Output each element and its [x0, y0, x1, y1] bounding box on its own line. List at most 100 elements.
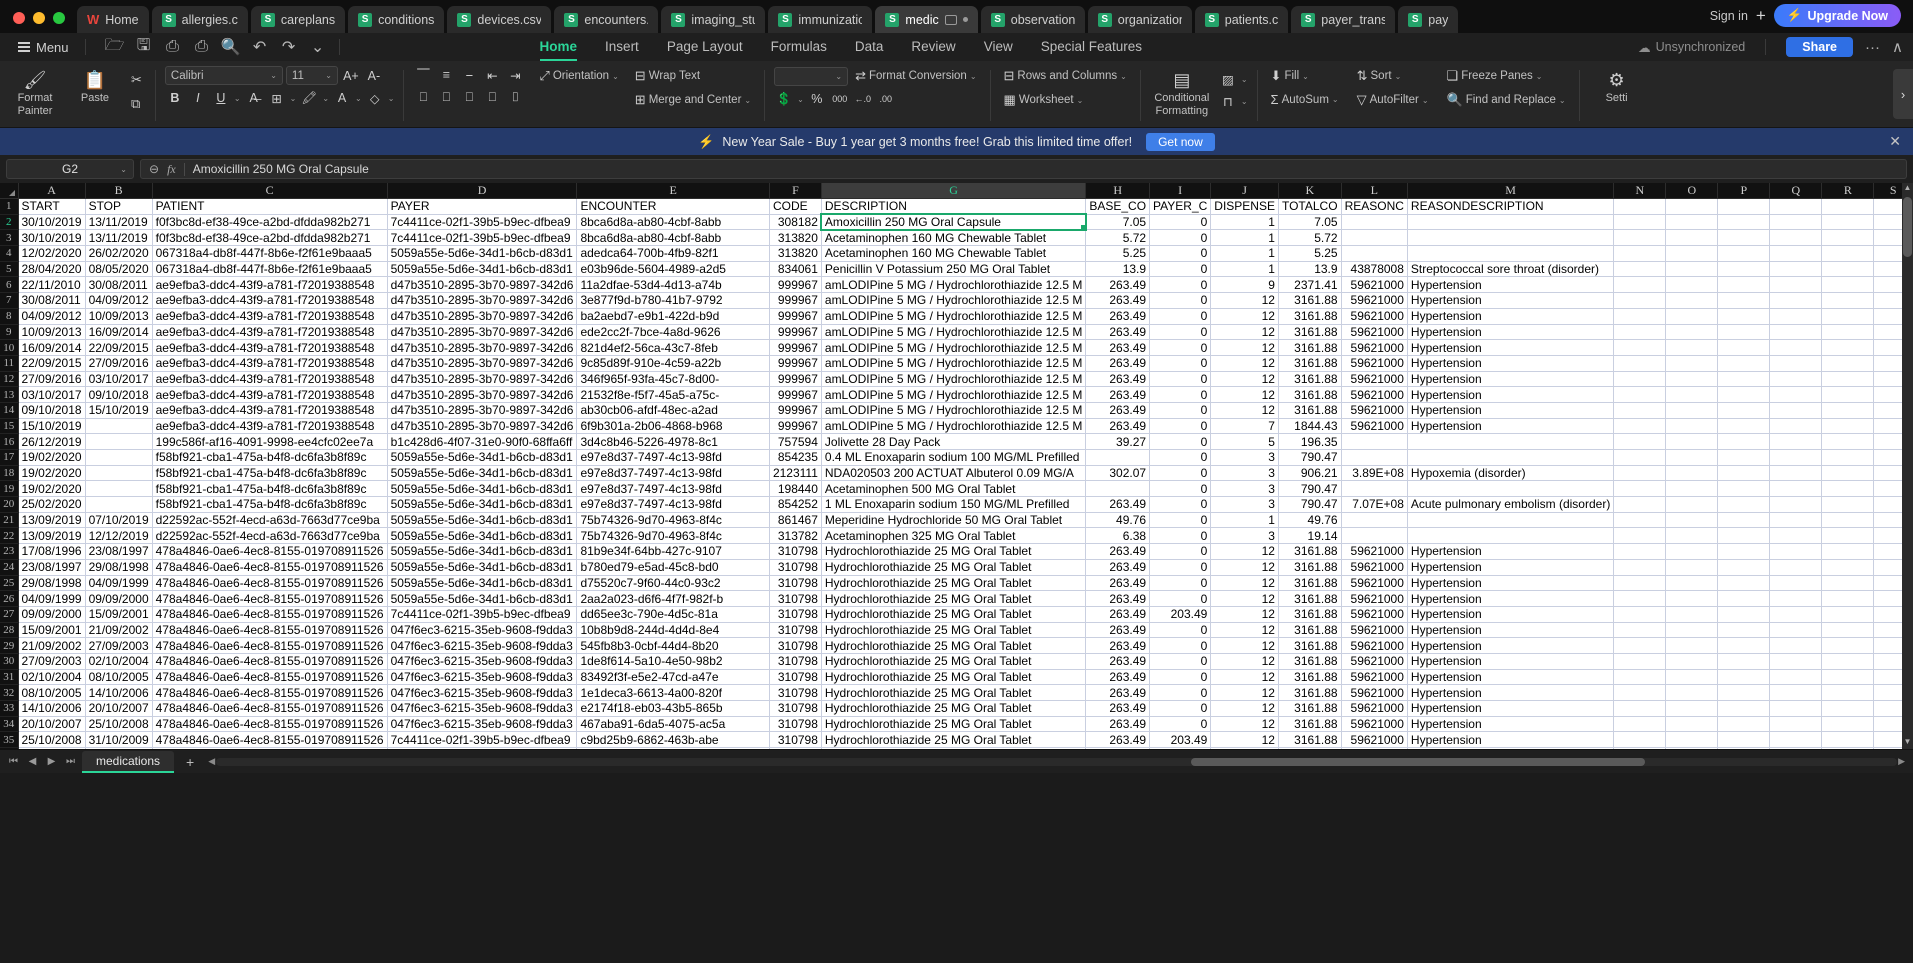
cell-R30[interactable]: [1821, 653, 1875, 670]
cell-Q4[interactable]: [1769, 245, 1823, 262]
cell-A29[interactable]: 21/09/2002: [18, 637, 86, 654]
cell-J14[interactable]: 12: [1210, 402, 1279, 419]
cell-P36[interactable]: [1717, 747, 1771, 749]
table-row[interactable]: 7 30/08/2011 04/09/2012 ae9efba3-ddc4-43f9-…: [0, 292, 1913, 309]
table-row[interactable]: 5 28/04/2020 08/05/2020 067318a4-db8f-447f-…: [0, 261, 1913, 278]
cell-G1[interactable]: DESCRIPTION: [821, 198, 1087, 215]
cell-J12[interactable]: 12: [1210, 371, 1279, 388]
cell-C1[interactable]: PATIENT: [152, 198, 388, 215]
cell-N1[interactable]: [1613, 198, 1667, 215]
table-style-icon[interactable]: ▨: [1218, 70, 1238, 88]
cell-A4[interactable]: 12/02/2020: [18, 245, 86, 262]
cell-E7[interactable]: 3e877f9d-b780-41b7-9792: [576, 292, 770, 309]
table-row[interactable]: 9 10/09/2013 16/09/2014 ae9efba3-ddc4-43f9-…: [0, 324, 1913, 341]
cell-A16[interactable]: 26/12/2019: [18, 433, 86, 450]
cell-D19[interactable]: 5059a55e-5d6e-34d1-b6cb-d83d1: [387, 480, 578, 498]
cell-F6[interactable]: 999967: [769, 276, 822, 294]
cell-G36[interactable]: Hydrochlorothiazide 25 MG Oral Tablet: [821, 747, 1087, 749]
cell-P33[interactable]: [1717, 700, 1771, 717]
cell-Q15[interactable]: [1769, 418, 1823, 435]
align-top-icon[interactable]: ⎺: [413, 66, 433, 84]
cell-J23[interactable]: 12: [1210, 543, 1279, 560]
cell-G34[interactable]: Hydrochlorothiazide 25 MG Oral Tablet: [821, 716, 1087, 733]
cell-K22[interactable]: 19.14: [1278, 527, 1342, 545]
cell-I31[interactable]: 0: [1149, 669, 1212, 686]
cell-F35[interactable]: 310798: [769, 731, 822, 749]
font-name-select[interactable]: Calibri ⌄: [164, 66, 283, 85]
cell-O4[interactable]: [1665, 245, 1719, 262]
cell-E20[interactable]: e97e8d37-7497-4c13-98fd: [576, 496, 770, 513]
cell-C22[interactable]: d22592ac-552f-4ecd-a63d-7663d77ce9ba: [152, 527, 388, 545]
cell-M4[interactable]: [1407, 245, 1615, 262]
cell-B2[interactable]: 13/11/2019: [85, 214, 153, 231]
cell-G35[interactable]: Hydrochlorothiazide 25 MG Oral Tablet: [821, 731, 1087, 749]
cell-F33[interactable]: 310798: [769, 700, 822, 717]
cell-P24[interactable]: [1717, 559, 1771, 576]
cell-E33[interactable]: e2174f18-eb03-43b5-865b: [576, 700, 770, 717]
column-header-C[interactable]: C: [152, 183, 388, 199]
cell-J2[interactable]: 1: [1210, 214, 1279, 231]
horizontal-scroll-thumb[interactable]: [1191, 757, 1645, 766]
table-row[interactable]: 31 02/10/2004 08/10/2005 478a4846-0ae6-4ec8…: [0, 669, 1913, 686]
window-tab-payer-trans[interactable]: payer_trans: [1291, 6, 1396, 33]
cell-I4[interactable]: 0: [1149, 245, 1212, 262]
cell-A14[interactable]: 09/10/2018: [18, 402, 86, 419]
cell-B16[interactable]: [85, 433, 153, 450]
cell-R20[interactable]: [1821, 496, 1875, 513]
cell-A33[interactable]: 14/10/2006: [18, 700, 86, 717]
cell-C8[interactable]: ae9efba3-ddc4-43f9-a781-f72019388548: [152, 308, 388, 325]
cell-D2[interactable]: 7c4411ce-02f1-39b5-b9ec-dfbea9: [387, 214, 578, 231]
cell-F30[interactable]: 310798: [769, 653, 822, 670]
cell-P26[interactable]: [1717, 590, 1771, 607]
cell-B5[interactable]: 08/05/2020: [85, 261, 153, 278]
cell-D35[interactable]: 7c4411ce-02f1-39b5-b9ec-dfbea9: [387, 731, 578, 749]
cell-L5[interactable]: 43878008: [1341, 261, 1408, 278]
cell-N32[interactable]: [1613, 684, 1667, 701]
cell-O6[interactable]: [1665, 276, 1719, 294]
cell-Q6[interactable]: [1769, 276, 1823, 294]
cell-E28[interactable]: 10b8b9d8-244d-4d4d-8e4: [576, 622, 770, 639]
cell-P30[interactable]: [1717, 653, 1771, 670]
cell-A17[interactable]: 19/02/2020: [18, 449, 86, 466]
cell-R13[interactable]: [1821, 386, 1875, 403]
cell-J9[interactable]: 12: [1210, 324, 1279, 341]
cell-A11[interactable]: 22/09/2015: [18, 355, 86, 372]
cell-E4[interactable]: adedca64-700b-4fb9-82f1: [576, 245, 770, 262]
cell-N27[interactable]: [1613, 606, 1667, 623]
table-row[interactable]: 3631/10/200906/11/2010478a4846-0ae6-4ec8…: [0, 747, 1913, 749]
cell-K27[interactable]: 3161.88: [1278, 606, 1342, 623]
cell-N15[interactable]: [1613, 418, 1667, 435]
cell-J26[interactable]: 12: [1210, 590, 1279, 607]
fx-icon[interactable]: fx: [167, 162, 176, 177]
sign-in-link[interactable]: Sign in: [1710, 9, 1748, 23]
cell-F17[interactable]: 854235: [769, 449, 822, 466]
cell-Q1[interactable]: [1769, 198, 1823, 215]
cell-L19[interactable]: [1341, 480, 1408, 498]
table-row[interactable]: 11 22/09/2015 27/09/2016 ae9efba3-ddc4-43f9…: [0, 355, 1913, 372]
cell-R27[interactable]: [1821, 606, 1875, 623]
column-header-N[interactable]: N: [1613, 183, 1667, 199]
decrease-decimal-button[interactable]: ←.0: [853, 90, 873, 108]
cell-R10[interactable]: [1821, 339, 1875, 356]
cell-L31[interactable]: 59621000: [1341, 669, 1408, 686]
cell-A9[interactable]: 10/09/2013: [18, 324, 86, 341]
ribbon-tab-page-layout[interactable]: Page Layout: [667, 39, 743, 56]
cell-E19[interactable]: e97e8d37-7497-4c13-98fd: [576, 480, 770, 498]
cell-M36[interactable]: Hypertension: [1407, 747, 1615, 749]
row-header-2[interactable]: 2: [0, 214, 19, 231]
cell-R16[interactable]: [1821, 433, 1875, 450]
cell-R34[interactable]: [1821, 716, 1875, 733]
cell-L23[interactable]: 59621000: [1341, 543, 1408, 560]
table-row[interactable]: 33 14/10/2006 20/10/2007 478a4846-0ae6-4ec8…: [0, 700, 1913, 717]
cell-Q22[interactable]: [1769, 527, 1823, 545]
cell-E36[interactable]: 4d71f845-a6a9-3c39-b242-14d25e: [576, 747, 770, 749]
cell-C16[interactable]: 199c586f-af16-4091-9998-ee4cfc02ee7a: [152, 433, 388, 450]
cell-F19[interactable]: 198440: [769, 480, 822, 498]
table-row[interactable]: 2 30/10/2019 13/11/2019 f0f3bc8d-ef38-49ce-…: [0, 213, 1913, 231]
cell-A10[interactable]: 16/09/2014: [18, 339, 86, 356]
table-row[interactable]: 29 21/09/2002 27/09/2003 478a4846-0ae6-4ec8…: [0, 637, 1913, 654]
cell-K33[interactable]: 3161.88: [1278, 700, 1342, 717]
cell-K1[interactable]: TOTALCO: [1278, 198, 1342, 215]
cell-Q25[interactable]: [1769, 575, 1823, 592]
cell-E13[interactable]: 21532f8e-f5f7-45a5-a75c-: [576, 386, 770, 403]
